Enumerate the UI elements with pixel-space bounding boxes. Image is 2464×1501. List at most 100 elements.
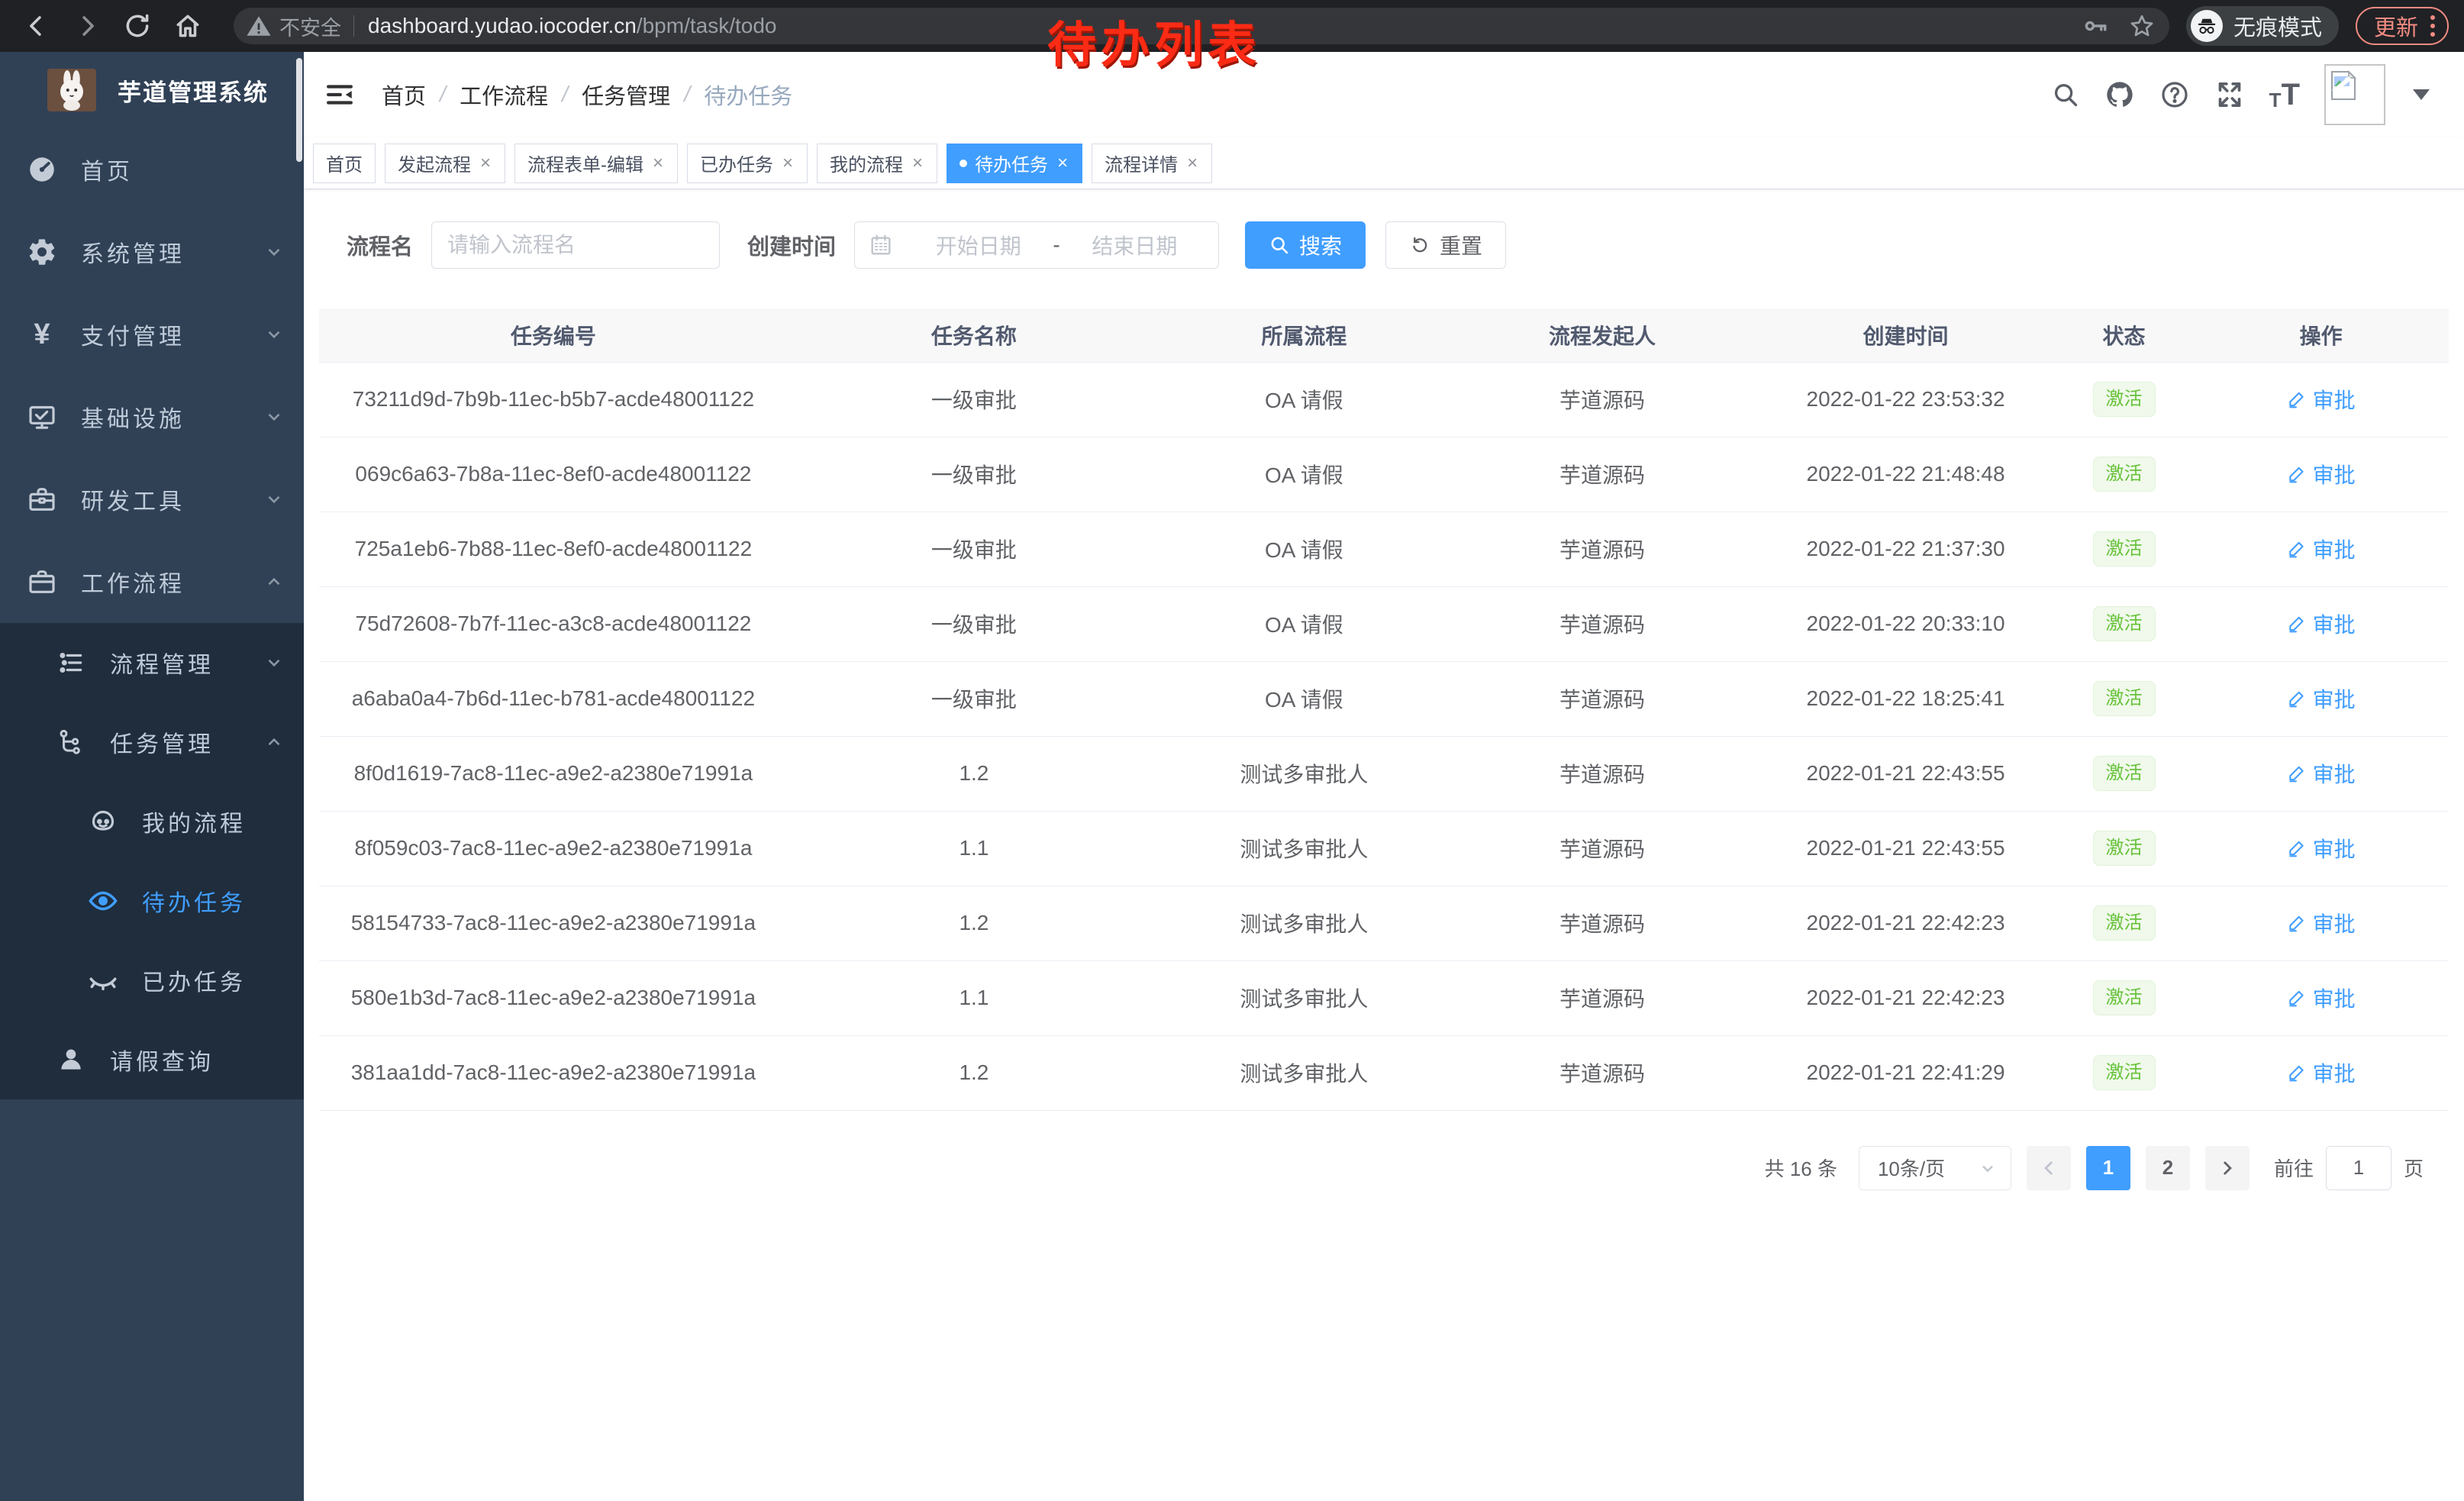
next-page-button[interactable] bbox=[2205, 1146, 2250, 1190]
approve-button[interactable]: 审批 bbox=[2287, 608, 2356, 639]
browser-home-icon[interactable] bbox=[173, 11, 203, 41]
rabbit-avatar bbox=[47, 69, 96, 111]
table-row: 580e1b3d-7ac8-11ec-a9e2-a2380e71991a1.1测… bbox=[319, 960, 2449, 1035]
status-badge: 激活 bbox=[2093, 457, 2156, 492]
table-row: 75d72608-7b7f-11ec-a3c8-acde48001122一级审批… bbox=[319, 586, 2449, 661]
approve-button[interactable]: 审批 bbox=[2287, 833, 2356, 863]
approve-button[interactable]: 审批 bbox=[2287, 908, 2356, 938]
page-content: 流程名 创建时间 开始日期 - 结束日期 搜索 重置 bbox=[304, 189, 2464, 1501]
calendar-icon bbox=[869, 233, 893, 257]
reset-button[interactable]: 重置 bbox=[1385, 221, 1506, 269]
page-button-1[interactable]: 1 bbox=[2086, 1146, 2130, 1190]
sidebar-item-infrastructure[interactable]: 基础设施 bbox=[0, 376, 304, 458]
approve-button[interactable]: 审批 bbox=[2287, 459, 2356, 489]
status-badge: 激活 bbox=[2093, 905, 2156, 941]
sidebar-scrollbar[interactable] bbox=[296, 58, 302, 162]
breadcrumb-home[interactable]: 首页 bbox=[382, 79, 426, 111]
tags-view: 首页 发起流程× 流程表单-编辑× 已办任务× 我的流程× 待办任务× 流程详情… bbox=[304, 137, 2464, 189]
sidebar-item-devtools[interactable]: 研发工具 bbox=[0, 458, 304, 541]
status-badge: 激活 bbox=[2093, 681, 2156, 716]
col-status: 状态 bbox=[2055, 308, 2193, 362]
font-size-icon[interactable]: TT bbox=[2269, 79, 2300, 110]
workflow-submenu: 流程管理 任务管理 我的流程 bbox=[0, 623, 304, 1099]
date-range-picker[interactable]: 开始日期 - 结束日期 bbox=[854, 221, 1219, 269]
chevron-up-icon bbox=[264, 732, 284, 752]
approve-button[interactable]: 审批 bbox=[2287, 384, 2356, 415]
chevron-down-icon bbox=[1979, 1159, 1997, 1177]
col-process: 所属流程 bbox=[1160, 308, 1448, 362]
approve-button[interactable]: 审批 bbox=[2287, 1057, 2356, 1088]
goto-label: 前往 bbox=[2274, 1154, 2314, 1182]
close-icon[interactable]: × bbox=[651, 153, 665, 174]
chevron-up-icon bbox=[264, 572, 284, 592]
user-icon bbox=[53, 1045, 89, 1074]
browser-update-button[interactable]: 更新 bbox=[2356, 7, 2449, 45]
fullscreen-icon[interactable] bbox=[2214, 79, 2245, 110]
help-icon[interactable] bbox=[2159, 79, 2190, 110]
prev-page-button[interactable] bbox=[2027, 1146, 2071, 1190]
security-warning-icon[interactable] bbox=[246, 13, 272, 39]
top-navbar: 首页 / 工作流程 / 任务管理 / 待办任务 bbox=[304, 52, 2464, 137]
close-icon[interactable]: × bbox=[1056, 153, 1069, 174]
approve-button[interactable]: 审批 bbox=[2287, 758, 2356, 789]
url-text: dashboard.yudao.iocoder.cn/bpm/task/todo bbox=[368, 14, 776, 38]
close-icon[interactable]: × bbox=[1185, 153, 1199, 174]
sidebar-item-leave-query[interactable]: 请假查询 bbox=[0, 1020, 304, 1099]
approve-button[interactable]: 审批 bbox=[2287, 683, 2356, 714]
status-badge: 激活 bbox=[2093, 1055, 2156, 1090]
tag-todo-tasks[interactable]: 待办任务× bbox=[947, 144, 1082, 183]
status-badge: 激活 bbox=[2093, 606, 2156, 641]
sidebar-item-payment[interactable]: ¥ 支付管理 bbox=[0, 293, 304, 376]
sidebar-item-system[interactable]: 系统管理 bbox=[0, 211, 304, 293]
sidebar-item-home[interactable]: 首页 bbox=[0, 128, 304, 211]
table-row: 381aa1dd-7ac8-11ec-a9e2-a2380e71991a1.2测… bbox=[319, 1035, 2449, 1110]
table-row: 58154733-7ac8-11ec-a9e2-a2380e71991a1.2测… bbox=[319, 886, 2449, 960]
close-icon[interactable]: × bbox=[781, 153, 795, 174]
browser-menu-icon[interactable] bbox=[2430, 15, 2435, 37]
toolbox-icon bbox=[24, 484, 60, 515]
search-button[interactable]: 搜索 bbox=[1245, 221, 1366, 269]
breadcrumb-workflow[interactable]: 工作流程 bbox=[460, 79, 548, 111]
tag-done-tasks[interactable]: 已办任务× bbox=[687, 144, 808, 183]
incognito-label: 无痕模式 bbox=[2233, 10, 2322, 42]
page-size-select[interactable]: 10条/页 bbox=[1859, 1146, 2011, 1190]
sidebar-item-workflow[interactable]: 工作流程 bbox=[0, 541, 304, 623]
sidebar-item-done-tasks[interactable]: 已办任务 bbox=[0, 941, 304, 1020]
close-icon[interactable]: × bbox=[479, 153, 492, 174]
tag-start-process[interactable]: 发起流程× bbox=[385, 144, 505, 183]
github-icon[interactable] bbox=[2104, 79, 2135, 110]
table-row: 8f0d1619-7ac8-11ec-a9e2-a2380e71991a1.2测… bbox=[319, 736, 2449, 811]
sidebar-item-task-management[interactable]: 任务管理 bbox=[0, 702, 304, 782]
tag-form-edit[interactable]: 流程表单-编辑× bbox=[514, 144, 678, 183]
close-icon[interactable]: × bbox=[911, 153, 924, 174]
sidebar-item-todo-tasks[interactable]: 待办任务 bbox=[0, 861, 304, 941]
key-icon[interactable] bbox=[2082, 13, 2108, 39]
start-date-placeholder[interactable]: 开始日期 bbox=[908, 230, 1048, 260]
todo-list-annotation: 待办列表 bbox=[1047, 6, 1261, 76]
end-date-placeholder[interactable]: 结束日期 bbox=[1065, 230, 1205, 260]
bookmark-star-icon[interactable] bbox=[2128, 12, 2156, 40]
page-button-2[interactable]: 2 bbox=[2146, 1146, 2190, 1190]
browser-reload-icon[interactable] bbox=[122, 11, 153, 41]
goto-page-input[interactable] bbox=[2326, 1146, 2391, 1190]
avatar[interactable] bbox=[2324, 64, 2385, 125]
tag-process-detail[interactable]: 流程详情× bbox=[1092, 144, 1212, 183]
process-name-label: 流程名 bbox=[347, 229, 413, 261]
app-logo[interactable]: 芋道管理系统 bbox=[0, 52, 304, 128]
process-name-input[interactable] bbox=[431, 221, 720, 269]
pagination: 共 16 条 10条/页 1 2 前往 页 bbox=[319, 1146, 2449, 1190]
todo-task-table: 任务编号 任务名称 所属流程 流程发起人 创建时间 状态 操作 73211d9d… bbox=[319, 308, 2449, 1111]
browser-back-icon[interactable] bbox=[21, 11, 52, 41]
approve-button[interactable]: 审批 bbox=[2287, 983, 2356, 1013]
sidebar-item-my-process[interactable]: 我的流程 bbox=[0, 782, 304, 861]
approve-button[interactable]: 审批 bbox=[2287, 534, 2356, 564]
browser-forward-icon[interactable] bbox=[72, 11, 102, 41]
tag-my-process[interactable]: 我的流程× bbox=[817, 144, 937, 183]
sidebar-item-process-management[interactable]: 流程管理 bbox=[0, 623, 304, 702]
tag-home[interactable]: 首页 bbox=[313, 144, 376, 183]
eye-icon bbox=[85, 885, 121, 917]
breadcrumb-task-management[interactable]: 任务管理 bbox=[582, 79, 670, 111]
search-icon[interactable] bbox=[2051, 80, 2080, 109]
avatar-dropdown-caret[interactable] bbox=[2413, 89, 2430, 100]
sidebar-collapse-icon[interactable] bbox=[324, 79, 356, 111]
